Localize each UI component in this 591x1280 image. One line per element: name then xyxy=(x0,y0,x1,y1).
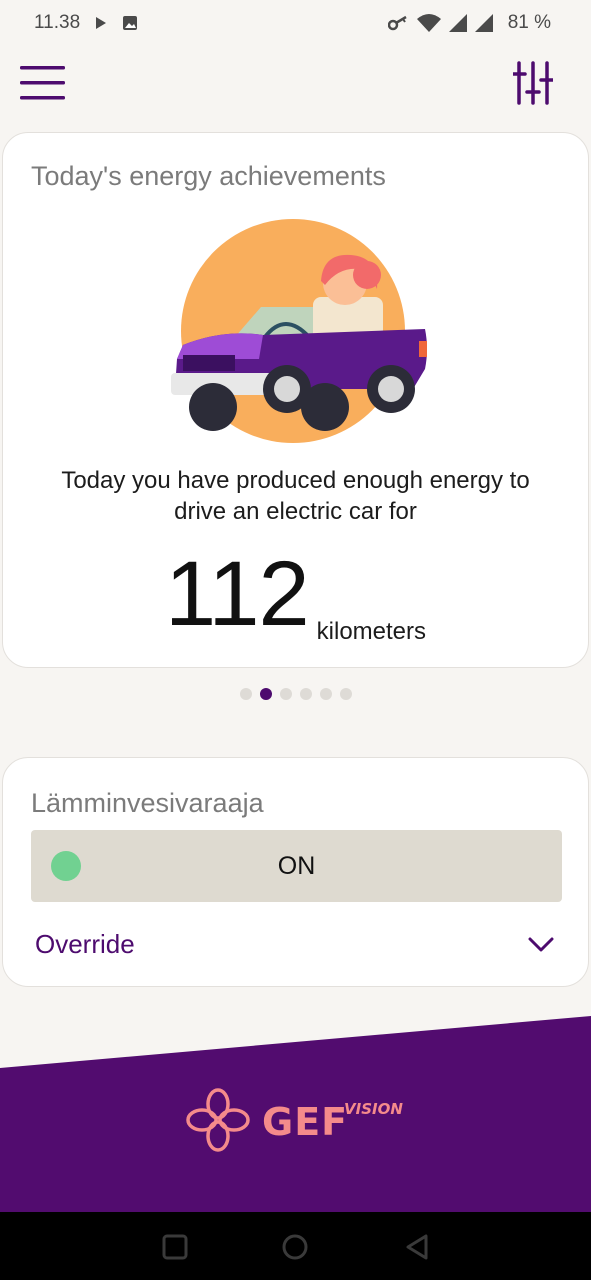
filter-button[interactable] xyxy=(511,60,555,106)
carousel-dot-active[interactable] xyxy=(259,688,272,700)
app-bar xyxy=(0,52,591,116)
device-name: Lämminvesivaraaja xyxy=(31,788,264,818)
image-icon xyxy=(123,16,138,30)
electric-car-illustration xyxy=(171,219,427,443)
footer-banner: GEF VISION xyxy=(0,1010,591,1212)
energy-achievements-card[interactable]: Today's energy achievements Today you ha… xyxy=(2,132,589,668)
device-state-toggle[interactable]: ON xyxy=(31,830,562,902)
override-dropdown[interactable]: Override xyxy=(33,923,560,967)
gef-vision-logo: GEF VISION xyxy=(186,1088,416,1152)
wifi-icon xyxy=(416,14,441,32)
override-label: Override xyxy=(35,929,135,959)
square-icon xyxy=(162,1234,188,1260)
battery-level: 81 % xyxy=(507,12,551,33)
distance-unit: kilometers xyxy=(316,618,427,645)
signal-icon xyxy=(474,14,493,32)
recents-button[interactable] xyxy=(160,1232,190,1262)
menu-button[interactable] xyxy=(20,64,66,104)
play-icon xyxy=(96,17,107,29)
signal-icon xyxy=(448,14,467,32)
hamburger-icon xyxy=(20,66,65,100)
key-icon xyxy=(387,15,407,31)
home-button[interactable] xyxy=(280,1232,310,1262)
status-time: 11.38 xyxy=(34,12,81,33)
sliders-icon xyxy=(511,61,555,105)
logo-text: GEF xyxy=(262,1100,349,1144)
back-button[interactable] xyxy=(402,1232,432,1262)
distance-value: 112 xyxy=(164,543,310,645)
system-navigation-bar xyxy=(0,1212,591,1280)
device-state-label: ON xyxy=(277,852,316,880)
achievements-description: Today you have produced enough energy to… xyxy=(61,467,530,525)
achievements-title: Today's energy achievements xyxy=(31,161,386,191)
chevron-down-icon xyxy=(528,937,554,952)
back-triangle-icon xyxy=(406,1234,428,1260)
circle-icon xyxy=(282,1234,308,1260)
status-bar: 11.38 81 % xyxy=(0,0,591,46)
carousel-dot[interactable] xyxy=(319,688,332,700)
carousel-dot[interactable] xyxy=(299,688,312,700)
logo-subtext: VISION xyxy=(344,1100,403,1118)
status-left: 11.38 xyxy=(34,12,138,34)
flower-logo-icon xyxy=(186,1088,250,1152)
status-right: 81 % xyxy=(387,12,551,34)
carousel-dot[interactable] xyxy=(239,688,252,700)
carousel-dot[interactable] xyxy=(279,688,292,700)
carousel-dots xyxy=(0,688,591,700)
achievement-metric: 112 kilometers xyxy=(3,543,588,645)
device-card: Lämminvesivaraaja ON Override xyxy=(2,757,589,987)
carousel-dot[interactable] xyxy=(339,688,352,700)
